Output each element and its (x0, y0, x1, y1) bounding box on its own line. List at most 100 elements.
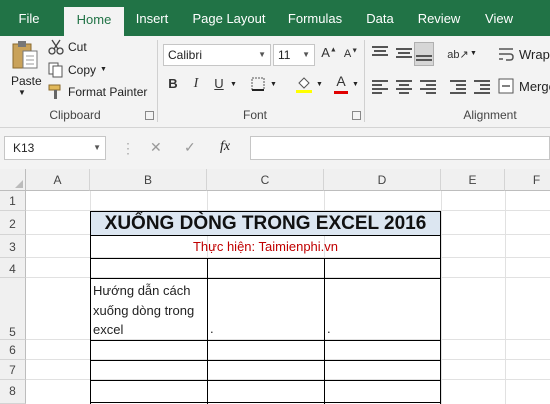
tab-formulas[interactable]: Formulas (280, 0, 350, 36)
cell-c5[interactable]: . (210, 319, 214, 339)
cut-button[interactable]: Cut (48, 39, 96, 57)
table-border (90, 340, 441, 341)
bold-button[interactable]: B (165, 76, 181, 94)
chevron-down-icon: ▼ (302, 50, 310, 59)
chevron-down-icon[interactable]: ▼ (230, 81, 237, 88)
copy-label: Copy (68, 63, 97, 77)
select-all-corner[interactable] (0, 169, 26, 191)
row-header-2[interactable]: 2 (0, 211, 26, 235)
row-header-7[interactable]: 7 (0, 360, 26, 380)
copy-icon (48, 62, 63, 78)
merge-center-button[interactable]: Merge (498, 76, 550, 98)
table-border (90, 211, 91, 404)
name-box-value: K13 (13, 141, 35, 155)
copy-button[interactable]: Copy ▼ (48, 62, 110, 80)
chevron-down-icon[interactable]: ▼ (93, 137, 101, 159)
font-name-value: Calibri (168, 48, 203, 62)
wrap-text-icon (499, 48, 514, 61)
fill-bucket-icon (296, 77, 312, 93)
font-dialog-launcher-icon[interactable] (352, 111, 361, 120)
gridline (505, 191, 506, 404)
column-header-f[interactable]: F (505, 169, 550, 191)
increase-font-size-button[interactable]: A▲ (320, 45, 338, 65)
tab-data[interactable]: Data (357, 0, 403, 36)
cell-d5[interactable]: . (327, 319, 331, 339)
middle-align-button[interactable] (396, 48, 412, 60)
table-border (90, 278, 441, 279)
bottom-align-icon (416, 55, 432, 63)
decrease-font-size-button[interactable]: A▼ (342, 45, 360, 65)
row-header-1[interactable]: 1 (0, 191, 26, 211)
group-divider (157, 40, 158, 122)
column-header-d[interactable]: D (324, 169, 441, 191)
table-border (207, 258, 208, 404)
align-center-button[interactable] (396, 80, 412, 96)
chevron-down-icon: ▼ (100, 66, 107, 73)
paste-button[interactable]: Paste ▼ (6, 38, 42, 97)
column-header-b[interactable]: B (90, 169, 207, 191)
bottom-align-button[interactable] (414, 42, 434, 66)
tab-home[interactable]: Home (64, 7, 124, 36)
wrap-text-button[interactable]: Wrap (498, 44, 550, 66)
italic-button[interactable]: I (188, 76, 204, 94)
chevron-down-icon[interactable]: ▼ (316, 81, 323, 88)
name-box[interactable]: K13 ▼ (4, 136, 106, 160)
text-orientation-icon: ab↗ (447, 49, 469, 61)
row-header-8[interactable]: 8 (0, 380, 26, 404)
chevron-down-icon[interactable]: ▼ (270, 81, 277, 88)
fill-color-button[interactable] (294, 75, 314, 95)
font-color-swatch (334, 91, 348, 94)
formula-input[interactable] (250, 136, 550, 160)
tab-file[interactable]: File (6, 0, 52, 36)
font-color-button[interactable]: A (332, 73, 350, 95)
cut-label: Cut (68, 40, 87, 54)
align-right-button[interactable] (420, 80, 436, 96)
column-header-a[interactable]: A (26, 169, 90, 191)
insert-function-button[interactable]: fx (220, 139, 230, 155)
clipboard-dialog-launcher-icon[interactable] (145, 111, 154, 120)
underline-button[interactable]: U (211, 76, 227, 94)
enter-icon[interactable]: ✓ (184, 139, 196, 156)
format-painter-button[interactable]: Format Painter (48, 84, 152, 102)
top-align-button[interactable] (372, 46, 388, 58)
row-header-4[interactable]: 4 (0, 258, 26, 278)
format-painter-label: Format Painter (68, 85, 148, 99)
cell-b5-line-2[interactable]: xuống dòng trong (93, 301, 194, 321)
increase-indent-button[interactable] (474, 80, 490, 96)
drag-handle-icon[interactable]: ⋮ (121, 140, 135, 157)
paste-icon (12, 41, 38, 69)
row-header-3[interactable]: 3 (0, 235, 26, 258)
cell-b5-line-3[interactable]: excel (93, 320, 123, 340)
spreadsheet-grid[interactable]: A B C D E F 1 2 3 4 5 6 7 8 XUỐNG DÒNG T… (0, 169, 550, 404)
select-all-triangle-icon (15, 180, 23, 188)
column-header-c[interactable]: C (207, 169, 324, 191)
font-size-select[interactable]: 11 ▼ (273, 44, 315, 66)
row-header-6[interactable]: 6 (0, 340, 26, 360)
table-border (440, 211, 441, 404)
tab-insert[interactable]: Insert (127, 0, 177, 36)
sheet-subtitle[interactable]: Thực hiện: Taimienphi.vn (90, 235, 441, 258)
column-header-e[interactable]: E (441, 169, 505, 191)
gridline (441, 191, 442, 404)
table-border (90, 258, 441, 259)
align-left-button[interactable] (372, 80, 388, 96)
chevron-down-icon[interactable]: ▼ (352, 81, 359, 88)
font-size-value: 11 (278, 48, 291, 62)
cancel-icon[interactable]: ✕ (150, 139, 162, 156)
decrease-indent-button[interactable] (450, 80, 466, 96)
alignment-group-label: Alignment (463, 108, 517, 122)
tab-page-layout[interactable]: Page Layout (184, 0, 274, 36)
font-group-label: Font (242, 108, 267, 122)
borders-button[interactable] (250, 77, 266, 93)
group-divider (364, 40, 365, 122)
chevron-down-icon[interactable]: ▼ (470, 50, 477, 57)
orientation-button[interactable]: ab↗ (447, 46, 469, 64)
cell-b5-line-1[interactable]: Hướng dẫn cách (93, 281, 190, 301)
increase-font-size-icon: A▲ (321, 45, 337, 60)
row-header-5[interactable]: 5 (0, 278, 26, 340)
tab-review[interactable]: Review (410, 0, 468, 36)
merge-cells-icon (498, 78, 514, 94)
paintbrush-icon (48, 84, 61, 99)
font-name-select[interactable]: Calibri ▼ (163, 44, 271, 66)
tab-view[interactable]: View (478, 0, 520, 36)
